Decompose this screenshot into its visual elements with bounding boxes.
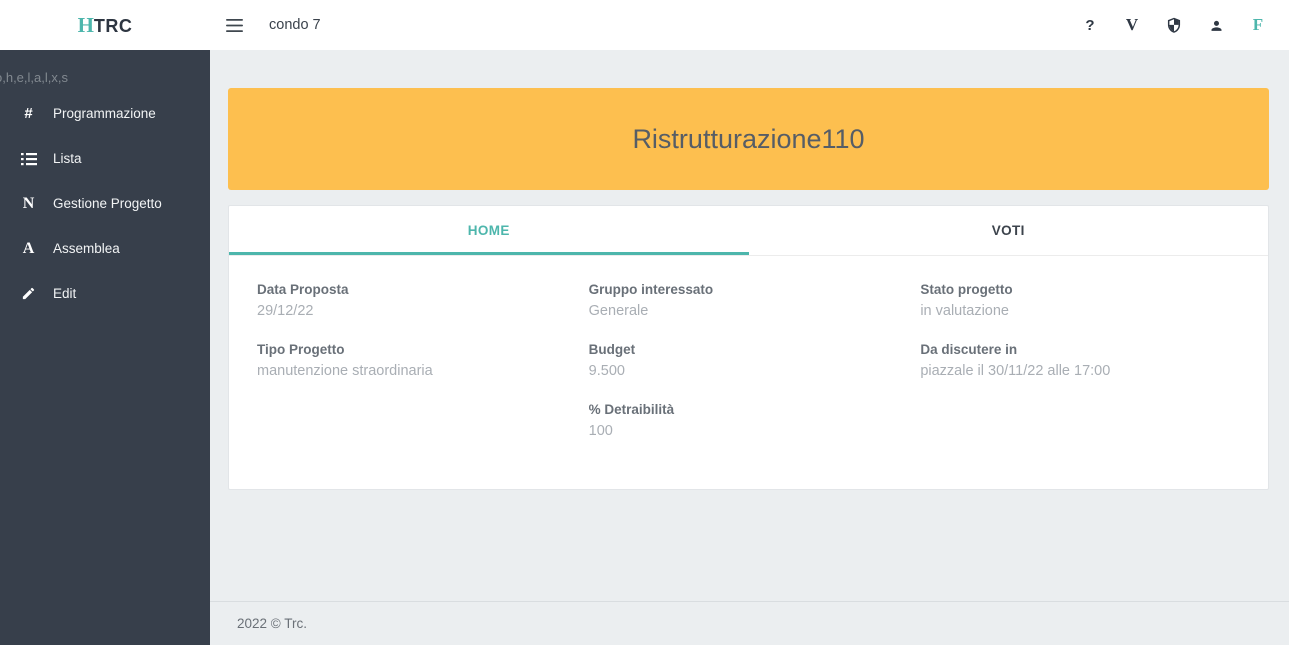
user-button[interactable] [1207, 14, 1225, 36]
field-value: manutenzione straordinaria [257, 363, 577, 379]
list-icon [20, 152, 37, 166]
logo-text: TRC [94, 16, 133, 37]
field-label: Gruppo interessato [589, 282, 909, 297]
sidebar-item-lista[interactable]: Lista [0, 136, 210, 181]
header: HTRC condo 7 ? V F [0, 0, 1289, 50]
field-value: 100 [589, 423, 909, 439]
field-label: % Detraibilità [589, 402, 909, 417]
sidebar-item-programmazione[interactable]: # Programmazione [0, 91, 210, 136]
sidebar-item-edit[interactable]: Edit [0, 271, 210, 316]
sidebar-item-gestione-progetto[interactable]: N Gestione Progetto [0, 181, 210, 226]
tab-bar: HOME VOTI [229, 206, 1268, 256]
field-da-discutere-in: Da discutere in piazzale il 30/11/22 all… [920, 342, 1240, 379]
field-value: 9.500 [589, 363, 909, 379]
person-icon [1209, 18, 1224, 33]
letter-n-icon: N [20, 195, 37, 213]
field-detraibilita: % Detraibilità 100 [589, 402, 909, 439]
letter-a-icon: A [20, 240, 37, 258]
f-button[interactable]: F [1249, 14, 1267, 36]
field-value: 29/12/22 [257, 303, 577, 319]
field-label: Data Proposta [257, 282, 577, 297]
project-title: Ristrutturazione110 [632, 124, 864, 155]
field-tipo-progetto: Tipo Progetto manutenzione straordinaria [257, 342, 577, 379]
sidebar: o,h,e,l,a,l,x,s # Programmazione Lista N… [0, 50, 210, 645]
field-label: Budget [589, 342, 909, 357]
hamburger-menu-button[interactable] [222, 15, 247, 36]
field-label: Da discutere in [920, 342, 1240, 357]
field-value: in valutazione [920, 303, 1240, 319]
tab-home[interactable]: HOME [229, 206, 749, 255]
logo-accent-letter: H [78, 13, 94, 38]
sidebar-item-label: Assemblea [53, 241, 120, 256]
field-value: piazzale il 30/11/22 alle 17:00 [920, 363, 1240, 379]
sidebar-item-label: Gestione Progetto [53, 196, 162, 211]
sidebar-item-label: Lista [53, 151, 82, 166]
field-grid: Data Proposta 29/12/22 Gruppo interessat… [229, 256, 1268, 489]
sidebar-item-label: Edit [53, 286, 76, 301]
footer: 2022 © Trc. [210, 601, 1289, 645]
project-card: HOME VOTI Data Proposta 29/12/22 Gruppo … [228, 205, 1269, 490]
shield-button[interactable] [1165, 14, 1183, 36]
field-gruppo-interessato: Gruppo interessato Generale [589, 282, 909, 319]
field-label: Stato progetto [920, 282, 1240, 297]
sidebar-item-assemblea[interactable]: A Assemblea [0, 226, 210, 271]
logo[interactable]: HTRC [0, 13, 210, 38]
field-value: Generale [589, 303, 909, 319]
hash-icon: # [20, 105, 37, 122]
field-data-proposta: Data Proposta 29/12/22 [257, 282, 577, 319]
header-icons: ? V F [1081, 14, 1267, 36]
main-content: Ristrutturazione110 HOME VOTI Data Propo… [210, 50, 1289, 645]
project-banner: Ristrutturazione110 [228, 88, 1269, 190]
sidebar-top-text: o,h,e,l,a,l,x,s [0, 70, 210, 85]
field-label: Tipo Progetto [257, 342, 577, 357]
shield-icon [1166, 17, 1182, 34]
pencil-icon [20, 286, 37, 301]
help-button[interactable]: ? [1081, 14, 1099, 36]
v-button[interactable]: V [1123, 14, 1141, 36]
field-budget: Budget 9.500 [589, 342, 909, 379]
hamburger-icon [226, 19, 243, 32]
sidebar-item-label: Programmazione [53, 106, 156, 121]
breadcrumb: condo 7 [269, 17, 321, 33]
field-stato-progetto: Stato progetto in valutazione [920, 282, 1240, 319]
app: HTRC condo 7 ? V F o,h,e [0, 0, 1289, 645]
tab-voti[interactable]: VOTI [749, 206, 1269, 255]
copyright-text: 2022 © Trc. [237, 616, 307, 631]
